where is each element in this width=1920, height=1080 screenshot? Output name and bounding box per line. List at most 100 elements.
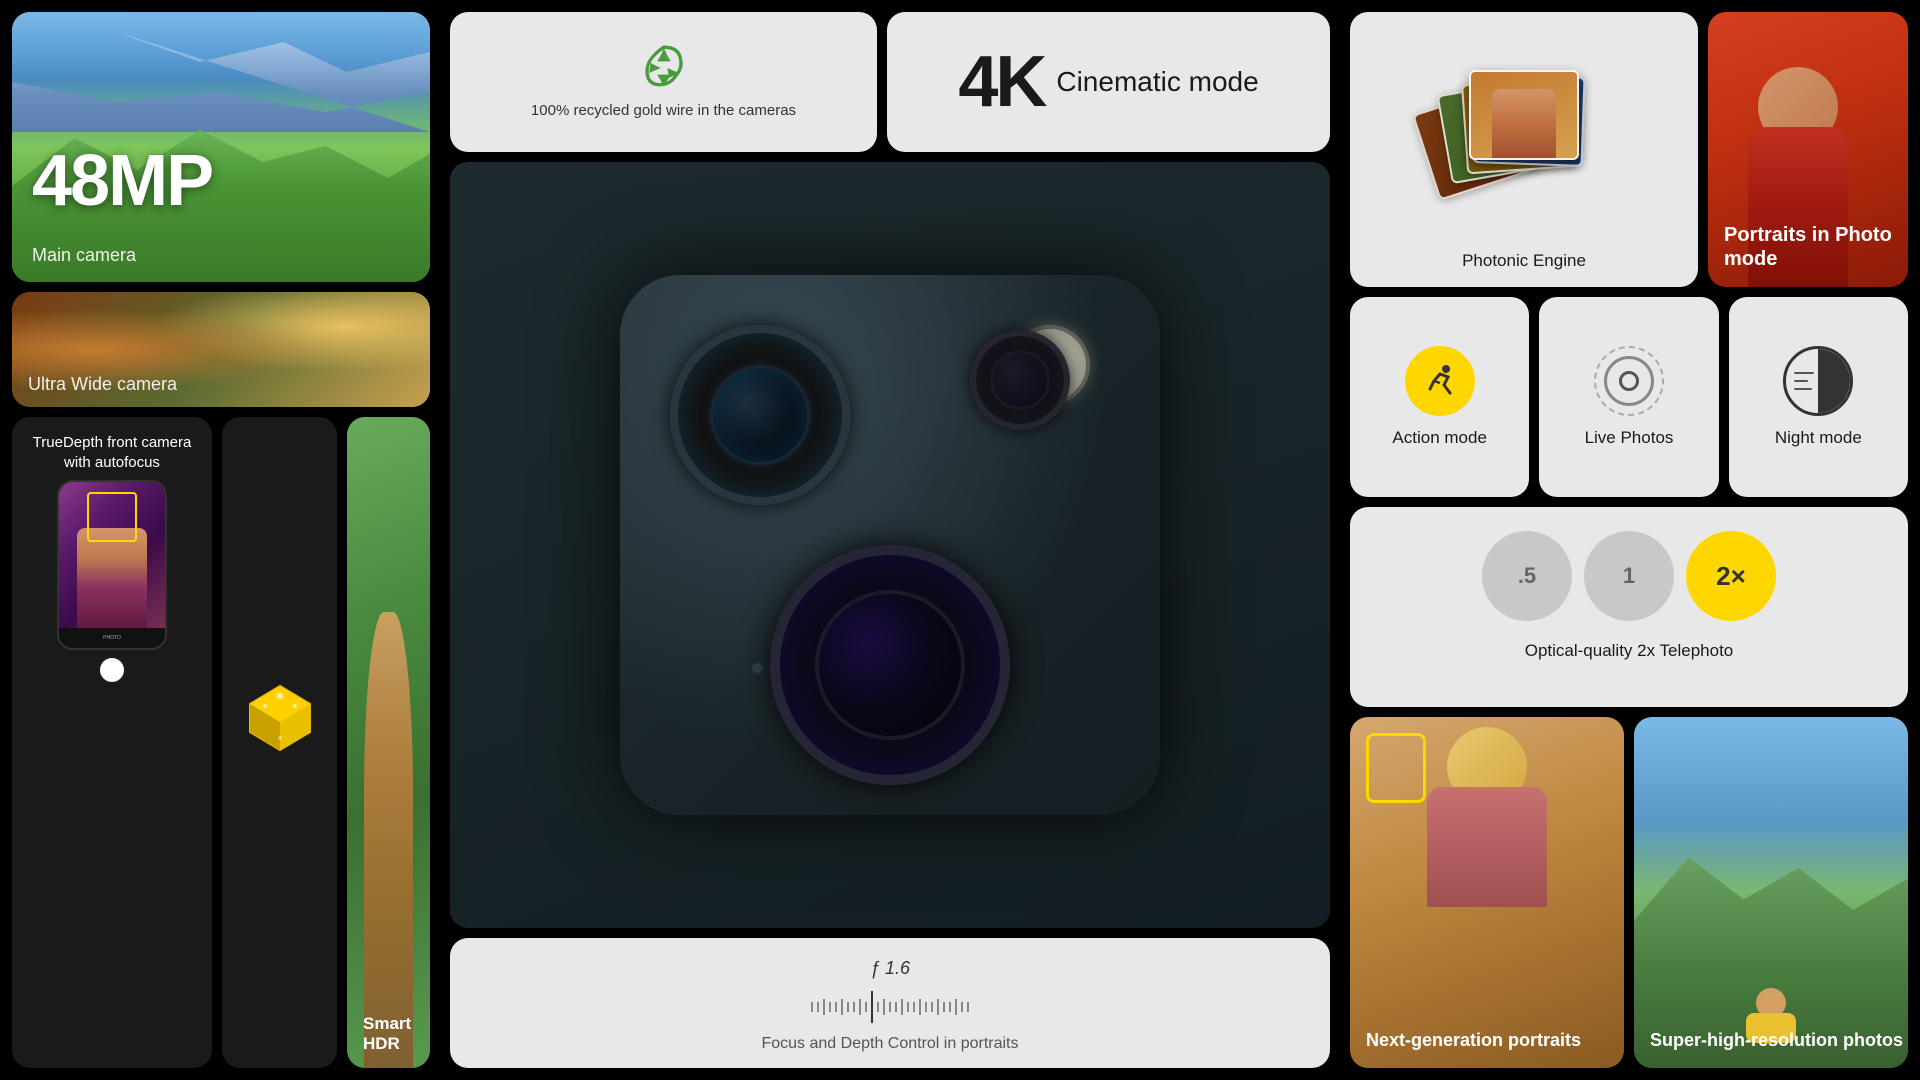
- tick: [943, 1002, 945, 1012]
- card-night-mode: Night mode: [1729, 297, 1908, 497]
- person-in-photo: [1492, 89, 1556, 158]
- top-right-row: Photonic Engine Portraits in Photo mode: [1350, 12, 1908, 287]
- mic-dot: [750, 661, 764, 675]
- card-telephoto: .5 1 2× Optical-quality 2x Telephoto: [1350, 507, 1908, 707]
- card-next-gen-portraits: Next-generation portraits: [1350, 717, 1624, 1068]
- tick: [841, 999, 843, 1015]
- phone-screen: [59, 482, 165, 628]
- tick: [823, 999, 825, 1015]
- photo-stack: [1360, 22, 1688, 247]
- tick: [877, 1002, 879, 1012]
- zoom-2x-label: 2×: [1716, 561, 1746, 592]
- night-line: [1794, 372, 1814, 374]
- live-dot: [1619, 371, 1639, 391]
- portrait-lighting-label: Portrait Lighting: [238, 768, 321, 808]
- tick: [847, 1002, 849, 1012]
- main-layout: 48MP Main camera Ultra Wide camera TrueD…: [0, 0, 1920, 1080]
- bottom-row-left: TrueDepth front camera with autofocus PH…: [12, 417, 430, 1068]
- portraits-label: Portraits in Photo mode: [1724, 223, 1908, 271]
- live-photos-icon: [1594, 346, 1664, 416]
- aperture-value: ƒ 1.6: [870, 958, 910, 979]
- tick: [889, 1002, 891, 1012]
- card-photonic-engine: Photonic Engine: [1350, 12, 1698, 287]
- running-icon: [1420, 361, 1460, 401]
- tick: [835, 1002, 837, 1012]
- 4k-label: 4K: [958, 46, 1044, 118]
- night-lines: [1794, 372, 1814, 390]
- stack-photo-main: [1469, 70, 1579, 160]
- wide-lens: [670, 325, 850, 505]
- tick: [907, 1002, 909, 1012]
- night-mode-icon: [1783, 346, 1853, 416]
- tick: [859, 999, 861, 1015]
- tick: [949, 1002, 951, 1012]
- tick: [829, 1002, 831, 1012]
- live-inner-ring: [1604, 356, 1654, 406]
- live-photos-label: Live Photos: [1585, 428, 1674, 448]
- zoom-1-label: 1: [1623, 563, 1635, 589]
- card-portrait-lighting: Portrait Lighting: [222, 417, 337, 1068]
- aperture-controls: ƒ 1.6: [450, 938, 1330, 1068]
- shutter-button: [100, 658, 124, 682]
- camera-body: [620, 275, 1160, 815]
- tick: [865, 1002, 867, 1012]
- card-48mp: 48MP Main camera: [12, 12, 430, 282]
- zoom-1-button[interactable]: 1: [1584, 531, 1674, 621]
- recycled-text: 100% recycled gold wire in the cameras: [531, 101, 796, 121]
- tick-center: [871, 991, 873, 1023]
- zoom-buttons: .5 1 2×: [1482, 531, 1776, 621]
- tick: [913, 1002, 915, 1012]
- night-mode-label: Night mode: [1775, 428, 1862, 448]
- phone-mockup: PHOTO: [57, 480, 167, 650]
- cube-icon: [240, 678, 320, 758]
- card-portraits-photo-mode: Portraits in Photo mode: [1708, 12, 1908, 287]
- ultrawide-lens: [970, 330, 1070, 430]
- ultrawide-label: Ultra Wide camera: [28, 374, 177, 395]
- tick: [883, 999, 885, 1015]
- stack-container: [1444, 70, 1604, 200]
- super-high-label: Super-high-resolution photos: [1650, 1029, 1903, 1052]
- tick: [955, 999, 957, 1015]
- card-smart-hdr: Smart HDR: [347, 417, 430, 1068]
- truedepth-title: TrueDepth front camera with autofocus: [28, 433, 196, 472]
- boy-body: [1427, 787, 1547, 907]
- card-4k-cinematic: 4K Cinematic mode: [887, 12, 1330, 152]
- tick: [895, 1002, 897, 1012]
- tick: [817, 1002, 819, 1012]
- tick: [901, 999, 903, 1015]
- main-camera-label: Main camera: [32, 245, 136, 266]
- top-features-row: 100% recycled gold wire in the cameras 4…: [450, 12, 1330, 152]
- center-column: 100% recycled gold wire in the cameras 4…: [440, 0, 1340, 1080]
- tick: [925, 1002, 927, 1012]
- night-half: [1818, 349, 1850, 413]
- zoom-2x-button[interactable]: 2×: [1686, 531, 1776, 621]
- focus-caption: Focus and Depth Control in portraits: [761, 1035, 1018, 1053]
- main-lens: [770, 545, 1010, 785]
- wide-lens-inner: [710, 365, 810, 465]
- tick: [967, 1002, 969, 1012]
- main-lens-inner: [815, 590, 965, 740]
- mountain-scene: [1634, 717, 1908, 1068]
- dog-body: [364, 612, 414, 1068]
- focus-box: [87, 492, 137, 542]
- tick: [919, 999, 921, 1015]
- tick: [853, 1002, 855, 1012]
- megapixels-label: 48MP: [32, 140, 212, 222]
- night-line: [1794, 380, 1808, 382]
- phone-child: [77, 528, 147, 628]
- zoom-05-button[interactable]: .5: [1482, 531, 1572, 621]
- tick: [931, 1002, 933, 1012]
- telephoto-label: Optical-quality 2x Telephoto: [1525, 641, 1734, 661]
- card-truedepth: TrueDepth front camera with autofocus PH…: [12, 417, 212, 1068]
- night-line: [1794, 388, 1812, 390]
- action-icon: [1405, 346, 1475, 416]
- phone-bottom-bar: PHOTO: [59, 628, 165, 648]
- portrait-focus-frame: [1366, 733, 1426, 803]
- action-mode-label: Action mode: [1392, 428, 1487, 448]
- mid-right-row: Action mode Live Photos: [1350, 297, 1908, 497]
- card-action-mode: Action mode: [1350, 297, 1529, 497]
- card-ultrawide: Ultra Wide camera: [12, 292, 430, 407]
- zoom-05-label: .5: [1518, 563, 1536, 589]
- smart-hdr-label: Smart HDR: [363, 1014, 430, 1054]
- ultrawide-lens-inner: [990, 350, 1050, 410]
